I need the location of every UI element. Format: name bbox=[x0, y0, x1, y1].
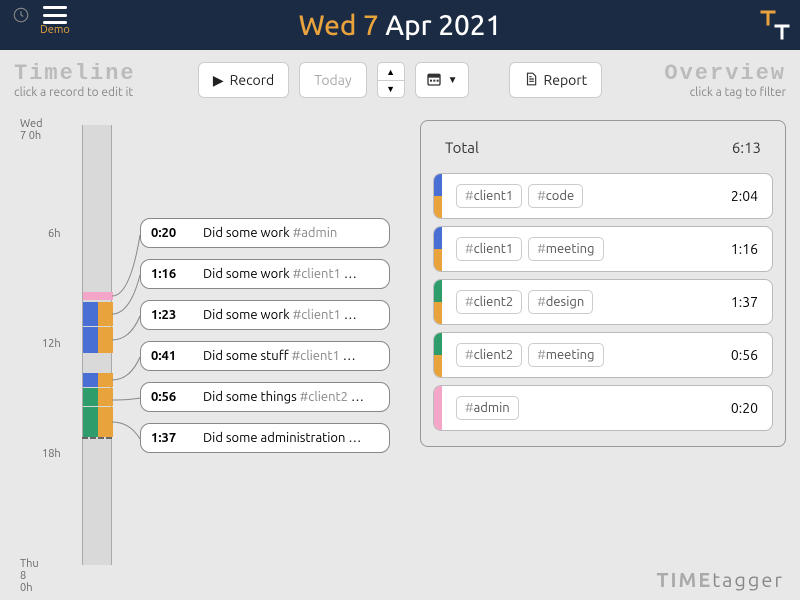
timeline-title: Timeline bbox=[14, 61, 136, 86]
record-duration: 0:41 bbox=[151, 349, 189, 363]
record-duration: 1:16 bbox=[151, 267, 189, 281]
tag-chip[interactable]: #client1 bbox=[456, 184, 522, 208]
overview-row[interactable]: #admin 0:20 bbox=[433, 385, 773, 431]
row-duration: 2:04 bbox=[731, 188, 758, 204]
step-up-button[interactable]: ▲ bbox=[377, 62, 405, 80]
tag-chip[interactable]: #admin bbox=[456, 396, 519, 420]
clock-icon bbox=[12, 6, 30, 28]
overview-subtitle: click a tag to filter bbox=[664, 86, 786, 99]
overview-row[interactable]: #client2#meeting 0:56 bbox=[433, 332, 773, 378]
record-callout[interactable]: 0:41 Did some stuff #client1 … bbox=[140, 341, 390, 371]
calendar-icon bbox=[426, 71, 442, 90]
overview-row[interactable]: #client1#code 2:04 bbox=[433, 173, 773, 219]
row-duration: 1:16 bbox=[731, 241, 758, 257]
date-stepper: ▲ ▼ bbox=[377, 62, 405, 98]
record-desc: Did some things #client2 … bbox=[203, 390, 364, 404]
record-desc: Did some work #admin bbox=[203, 226, 337, 240]
axis-label: Wed 7 0h bbox=[20, 118, 43, 142]
tag-chip[interactable]: #client2 bbox=[456, 343, 522, 367]
row-duration: 1:37 bbox=[731, 294, 758, 310]
total-label: Total bbox=[445, 139, 479, 156]
record-callout[interactable]: 1:23 Did some work #client1 … bbox=[140, 300, 390, 330]
overview-panel: Total 6:13 #client1#code2:04#client1#mee… bbox=[400, 110, 790, 580]
step-down-button[interactable]: ▼ bbox=[377, 80, 405, 98]
toolbar: Timeline click a record to edit it ▶Reco… bbox=[0, 50, 800, 110]
tag-chip[interactable]: #client2 bbox=[456, 290, 522, 314]
timeline-panel: Wed 7 0h 6h 12h 18h Thu 8 0h 0:20Did som… bbox=[10, 110, 400, 580]
calendar-button[interactable]: ▼ bbox=[415, 62, 469, 98]
date-title[interactable]: Wed 7 Apr 2021 bbox=[299, 10, 502, 41]
menu-button[interactable] bbox=[43, 6, 67, 24]
row-duration: 0:56 bbox=[731, 347, 758, 363]
record-desc: Did some stuff #client1 … bbox=[203, 349, 356, 363]
overview-row[interactable]: #client2#design 1:37 bbox=[433, 279, 773, 325]
tag-chip[interactable]: #meeting bbox=[528, 237, 603, 261]
report-button[interactable]: Report bbox=[509, 62, 603, 98]
menu-label: Demo bbox=[40, 24, 70, 36]
overview-row[interactable]: #client1#meeting 1:16 bbox=[433, 226, 773, 272]
record-duration: 1:37 bbox=[151, 431, 189, 445]
record-callout[interactable]: 0:20 Did some work #admin bbox=[140, 218, 390, 248]
record-duration: 0:20 bbox=[151, 226, 189, 240]
tag-chip[interactable]: #meeting bbox=[528, 343, 603, 367]
record-callout[interactable]: 0:56 Did some things #client2 … bbox=[140, 382, 390, 412]
tag-chip[interactable]: #design bbox=[528, 290, 593, 314]
timeline-track[interactable] bbox=[82, 125, 112, 565]
tag-chip[interactable]: #code bbox=[528, 184, 583, 208]
chevron-down-icon: ▼ bbox=[448, 74, 458, 86]
document-icon bbox=[524, 71, 538, 90]
tag-chip[interactable]: #client1 bbox=[456, 237, 522, 261]
row-duration: 0:20 bbox=[731, 400, 758, 416]
record-duration: 1:23 bbox=[151, 308, 189, 322]
record-desc: Did some work #client1 … bbox=[203, 308, 357, 322]
app-header: Demo Wed 7 Apr 2021 bbox=[0, 0, 800, 50]
axis-label: 18h bbox=[42, 448, 61, 460]
axis-label: Thu 8 0h bbox=[20, 558, 39, 594]
record-button[interactable]: ▶Record bbox=[198, 62, 289, 98]
app-logo-icon bbox=[760, 8, 790, 46]
record-duration: 0:56 bbox=[151, 390, 189, 404]
record-desc: Did some work #client1 … bbox=[203, 267, 357, 281]
play-icon: ▶ bbox=[213, 72, 224, 89]
overview-title: Overview bbox=[664, 61, 786, 86]
total-duration: 6:13 bbox=[732, 139, 761, 156]
brand-footer: TIMEtagger bbox=[657, 568, 784, 594]
record-callout[interactable]: 1:16 Did some work #client1 … bbox=[140, 259, 390, 289]
timeline-subtitle: click a record to edit it bbox=[14, 86, 136, 99]
record-desc: Did some administration … bbox=[203, 431, 361, 445]
axis-label: 6h bbox=[48, 228, 61, 240]
today-button[interactable]: Today bbox=[299, 62, 366, 98]
axis-label: 12h bbox=[42, 338, 61, 350]
record-callout[interactable]: 1:37 Did some administration … bbox=[140, 423, 390, 453]
